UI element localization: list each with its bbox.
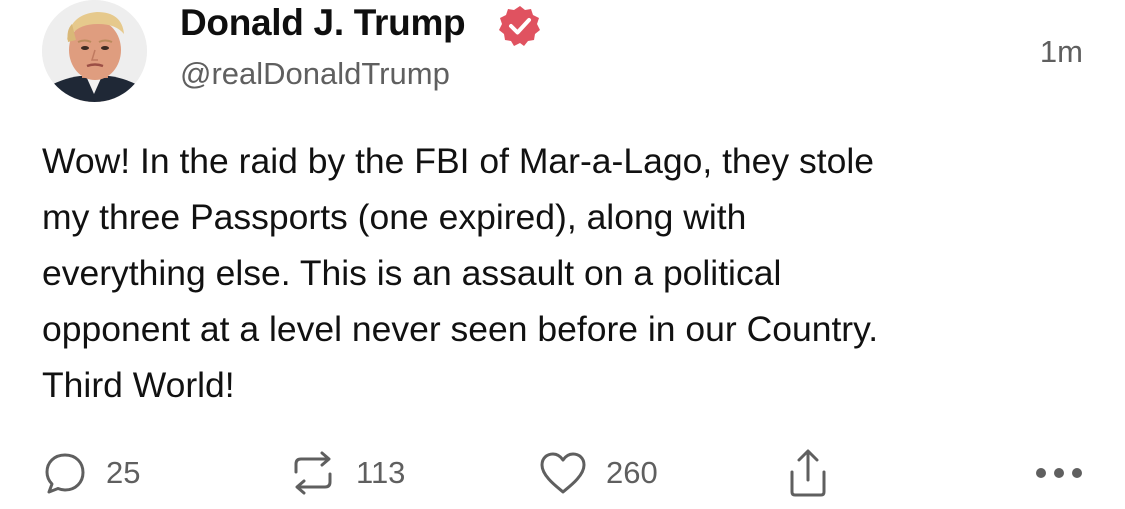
post-text: Wow! In the raid by the FBI of Mar-a-Lag…: [42, 133, 1082, 413]
post-text-line: everything else. This is an assault on a…: [42, 253, 782, 293]
heart-icon: [540, 452, 586, 494]
post-text-line: opponent at a level never seen before in…: [42, 309, 879, 349]
like-count: 260: [606, 455, 658, 490]
repost-count: 113: [356, 455, 406, 490]
more-options-button[interactable]: [1035, 445, 1083, 501]
post-text-line: Third World!: [42, 365, 235, 405]
avatar[interactable]: [42, 0, 147, 102]
reply-button[interactable]: 25: [42, 445, 140, 501]
author-display-name[interactable]: Donald J. Trump: [180, 2, 466, 44]
repost-button[interactable]: 113: [288, 445, 405, 501]
post-card: Donald J. Trump @realDonaldTrump 1m Wow!…: [0, 0, 1125, 509]
like-button[interactable]: 260: [538, 445, 658, 501]
share-button[interactable]: [786, 445, 830, 501]
share-icon: [790, 449, 826, 497]
avatar-portrait-icon: [42, 0, 147, 102]
more-options-icon: [1036, 468, 1082, 478]
verified-badge-icon: [499, 6, 540, 46]
post-text-line: Wow! In the raid by the FBI of Mar-a-Lag…: [42, 141, 875, 181]
post-timestamp[interactable]: 1m: [1040, 34, 1083, 70]
repost-icon: [294, 451, 332, 495]
reply-icon: [45, 453, 85, 494]
post-actions-bar: 25 113 260: [0, 445, 1125, 505]
author-handle[interactable]: @realDonaldTrump: [180, 56, 450, 92]
reply-count: 25: [106, 455, 141, 490]
post-text-line: my three Passports (one expired), along …: [42, 197, 747, 237]
